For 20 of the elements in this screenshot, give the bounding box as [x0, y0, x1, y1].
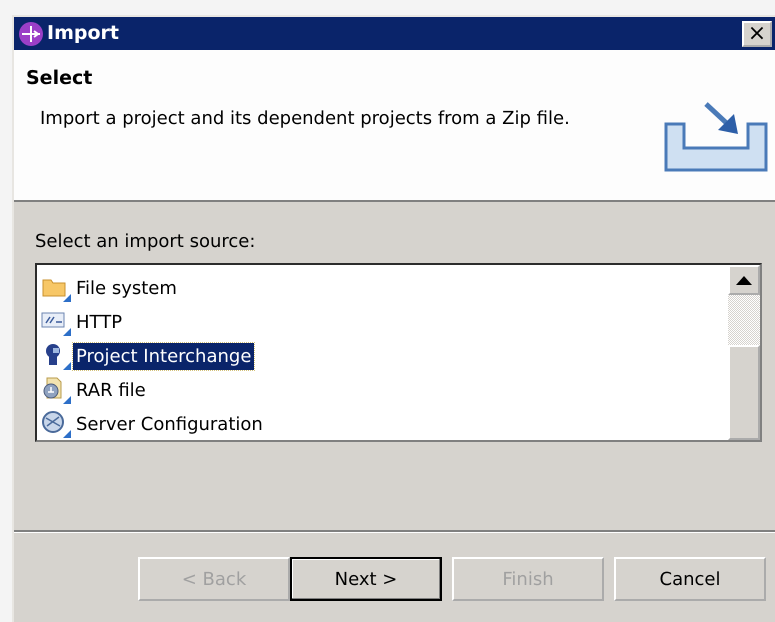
globe-icon: [41, 410, 71, 438]
list-item[interactable]: HTTP: [73, 308, 126, 336]
wizard-button[interactable]: Next >: [290, 557, 442, 601]
window-title: Import: [47, 21, 119, 46]
list-item[interactable]: Project Interchange: [73, 342, 254, 370]
app-icon: [18, 20, 44, 46]
up-arrow-icon: [736, 276, 752, 284]
list-label: Select an import source:: [35, 230, 256, 254]
wizard-button[interactable]: Cancel: [614, 557, 766, 601]
import-icon: [664, 100, 768, 172]
scroll-thumb[interactable]: [728, 295, 760, 345]
archive-icon: [41, 376, 71, 404]
page-title: Select: [26, 66, 94, 91]
source-list[interactable]: File system HTTP Project Interchange RAR file Server Configuration: [35, 263, 762, 442]
list-item[interactable]: File system: [73, 274, 180, 302]
close-button[interactable]: ×: [742, 20, 772, 46]
page-description: Import a project and its dependent projects from a Zip file.: [40, 106, 571, 130]
list-item[interactable]: Server Configuration: [73, 410, 266, 438]
scroll-up-button[interactable]: [728, 265, 760, 295]
list-item[interactable]: RAR file: [73, 376, 149, 404]
